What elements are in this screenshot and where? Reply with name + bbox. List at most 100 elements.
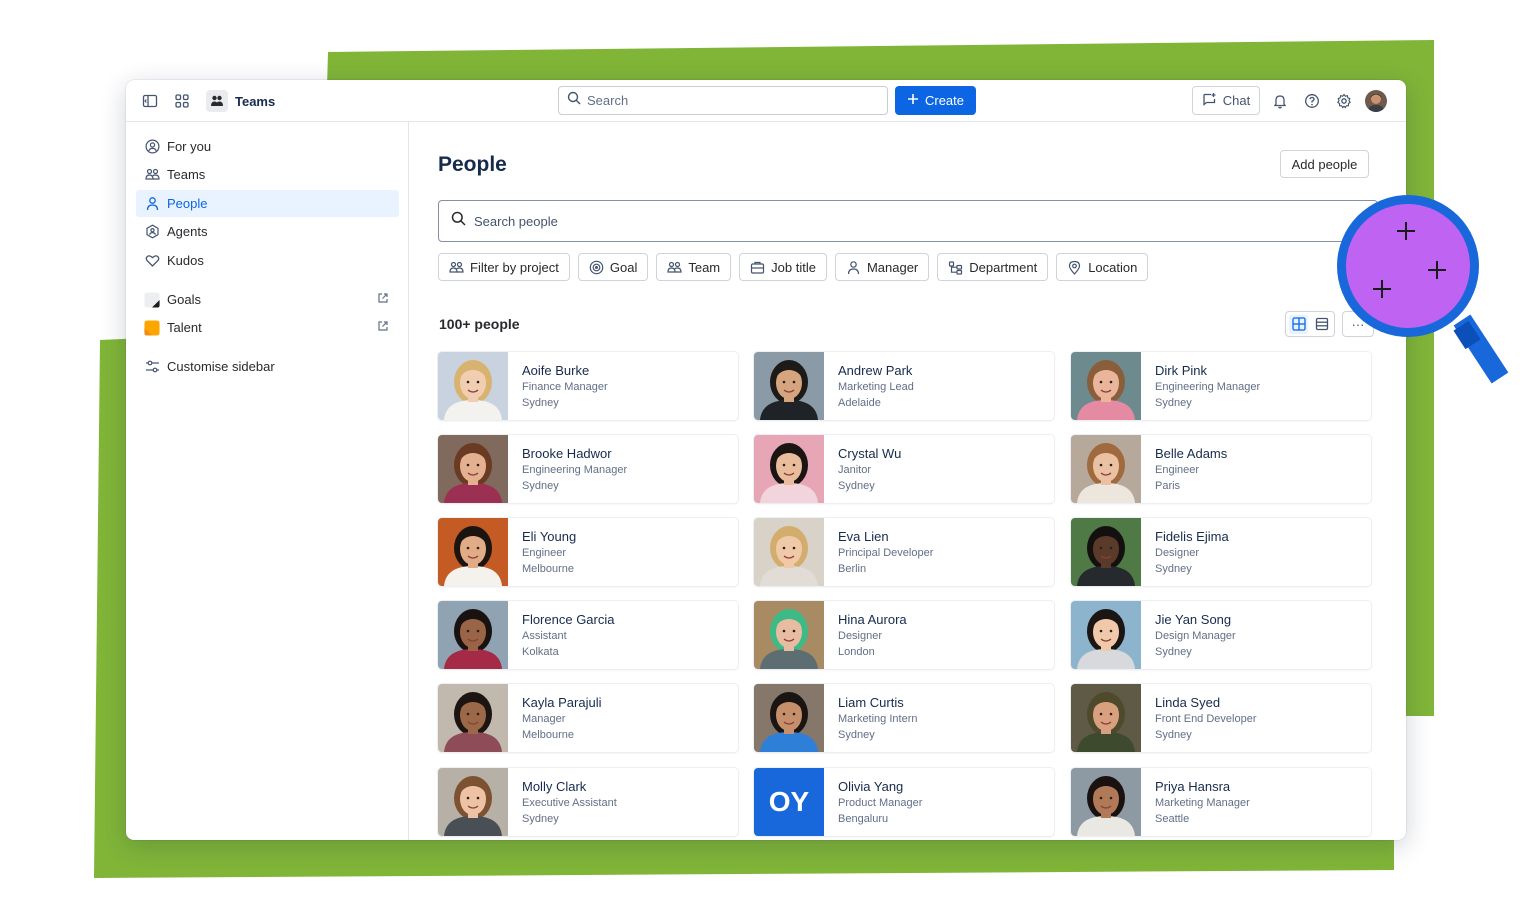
- sidebar-item-label: Kudos: [167, 253, 204, 268]
- person-location: Kolkata: [522, 646, 559, 658]
- person-role: Designer: [1155, 547, 1200, 559]
- main-content: People Add people Filter by project Goal…: [410, 122, 1406, 840]
- person-name: Liam Curtis: [838, 695, 904, 710]
- person-card[interactable]: OY Olivia Yang Product Manager Bengaluru: [754, 768, 1054, 836]
- chat-label: Chat: [1222, 93, 1251, 108]
- teams-icon: [144, 167, 160, 183]
- sidebar-item-people[interactable]: People: [136, 190, 399, 217]
- person-role: Engineering Manager: [522, 464, 628, 476]
- person-location: Seattle: [1155, 813, 1190, 825]
- person-card[interactable]: Liam Curtis Marketing Intern Sydney: [754, 684, 1054, 752]
- filter-label: Goal: [609, 259, 638, 275]
- chat-button[interactable]: Chat: [1192, 86, 1260, 115]
- person-card[interactable]: Crystal Wu Janitor Sydney: [754, 435, 1054, 503]
- global-search[interactable]: [558, 86, 888, 115]
- briefcase-icon: [750, 260, 765, 275]
- person-info: Brooke Hadwor Engineering Manager Sydney: [508, 435, 627, 503]
- person-location: Melbourne: [522, 729, 574, 741]
- project-icon: [449, 260, 464, 275]
- external-link-icon[interactable]: [377, 292, 391, 306]
- heart-icon: [144, 253, 160, 269]
- person-card[interactable]: Molly Clark Executive Assistant Sydney: [438, 768, 738, 836]
- person-role: Executive Assistant: [522, 797, 617, 809]
- person-photo: [438, 601, 508, 669]
- manager-icon: [846, 260, 861, 275]
- sidebar: For you Teams People Agents Kudos Goals …: [126, 122, 409, 840]
- person-role: Marketing Intern: [838, 713, 918, 725]
- person-role: Engineering Manager: [1155, 381, 1261, 393]
- person-card[interactable]: Belle Adams Engineer Paris: [1071, 435, 1371, 503]
- person-name: Linda Syed: [1155, 695, 1221, 710]
- person-info: Eva Lien Principal Developer Berlin: [824, 518, 933, 586]
- top-navigation-bar: Teams Create Chat: [126, 80, 1406, 122]
- person-card[interactable]: Jie Yan Song Design Manager Sydney: [1071, 601, 1371, 669]
- filter-job-title-button[interactable]: Job title: [739, 253, 827, 281]
- sidebar-item-goals[interactable]: Goals: [136, 286, 399, 313]
- person-location: Sydney: [838, 729, 875, 741]
- filter-location-button[interactable]: Location: [1056, 253, 1149, 281]
- filter-team-button[interactable]: Team: [656, 253, 732, 281]
- filter-department-button[interactable]: Department: [937, 253, 1049, 281]
- help-icon[interactable]: [1302, 91, 1322, 111]
- person-info: Florence Garcia Assistant Kolkata: [508, 601, 614, 669]
- person-photo: [438, 518, 508, 586]
- person-name: Brooke Hadwor: [522, 446, 612, 461]
- person-card[interactable]: Hina Aurora Designer London: [754, 601, 1054, 669]
- sidebar-item-agents[interactable]: Agents: [136, 218, 399, 245]
- person-photo: [754, 684, 824, 752]
- person-photo: [754, 518, 824, 586]
- people-search-input[interactable]: [474, 213, 1274, 229]
- sidebar-item-talent[interactable]: Talent: [136, 314, 399, 341]
- person-info: Eli Young Engineer Melbourne: [508, 518, 576, 586]
- person-card[interactable]: Brooke Hadwor Engineering Manager Sydney: [438, 435, 738, 503]
- app-title-button[interactable]: Teams: [206, 89, 275, 113]
- person-role: Engineer: [1155, 464, 1200, 476]
- app-switcher-icon[interactable]: [172, 91, 192, 111]
- customise-sidebar-button[interactable]: Customise sidebar: [136, 353, 399, 380]
- person-role: Design Manager: [1155, 630, 1236, 642]
- person-photo: [754, 601, 824, 669]
- person-photo: [438, 684, 508, 752]
- person-photo: [1071, 435, 1141, 503]
- filter-goal-button[interactable]: Goal: [577, 253, 649, 281]
- global-search-input[interactable]: [587, 93, 867, 108]
- person-card[interactable]: Kayla Parajuli Manager Melbourne: [438, 684, 738, 752]
- person-role: Marketing Lead: [838, 381, 914, 393]
- external-link-icon[interactable]: [377, 320, 391, 334]
- person-card[interactable]: Florence Garcia Assistant Kolkata: [438, 601, 738, 669]
- person-location: Sydney: [522, 480, 559, 492]
- filter-label: Location: [1088, 259, 1138, 275]
- person-card[interactable]: Linda Syed Front End Developer Sydney: [1071, 684, 1371, 752]
- person-card[interactable]: Fidelis Ejima Designer Sydney: [1071, 518, 1371, 586]
- person-info: Kayla Parajuli Manager Melbourne: [508, 684, 602, 752]
- sidebar-item-kudos[interactable]: Kudos: [136, 247, 399, 274]
- person-info: Aoife Burke Finance Manager Sydney: [508, 352, 608, 420]
- plus-icon: [907, 93, 919, 108]
- notifications-icon[interactable]: [1270, 91, 1290, 111]
- person-info: Fidelis Ejima Designer Sydney: [1141, 518, 1229, 586]
- person-card[interactable]: Eva Lien Principal Developer Berlin: [754, 518, 1054, 586]
- person-role: Finance Manager: [522, 381, 608, 393]
- sidebar-item-teams[interactable]: Teams: [136, 161, 399, 188]
- sidebar-item-for-you[interactable]: For you: [136, 133, 399, 160]
- person-role: Manager: [522, 713, 566, 725]
- add-people-button[interactable]: Add people: [1280, 150, 1369, 178]
- person-card[interactable]: Eli Young Engineer Melbourne: [438, 518, 738, 586]
- person-name: Kayla Parajuli: [522, 695, 602, 710]
- grid-view-icon[interactable]: [1289, 314, 1308, 334]
- person-card[interactable]: Priya Hansra Marketing Manager Seattle: [1071, 768, 1371, 836]
- sidebar-toggle-icon[interactable]: [140, 91, 160, 111]
- app-name: Teams: [235, 93, 276, 109]
- filter-manager-button[interactable]: Manager: [834, 253, 930, 281]
- person-role: Designer: [838, 630, 883, 642]
- teams-app-icon: [206, 90, 228, 112]
- person-role: Principal Developer: [838, 547, 934, 559]
- create-button[interactable]: Create: [895, 86, 976, 115]
- person-card[interactable]: Aoife Burke Finance Manager Sydney: [438, 352, 738, 420]
- person-photo: [438, 768, 508, 836]
- person-card[interactable]: Andrew Park Marketing Lead Adelaide: [754, 352, 1054, 420]
- user-avatar[interactable]: [1365, 90, 1387, 112]
- people-search[interactable]: [438, 200, 1378, 242]
- settings-icon[interactable]: [1334, 91, 1354, 111]
- filter-project-button[interactable]: Filter by project: [438, 253, 570, 281]
